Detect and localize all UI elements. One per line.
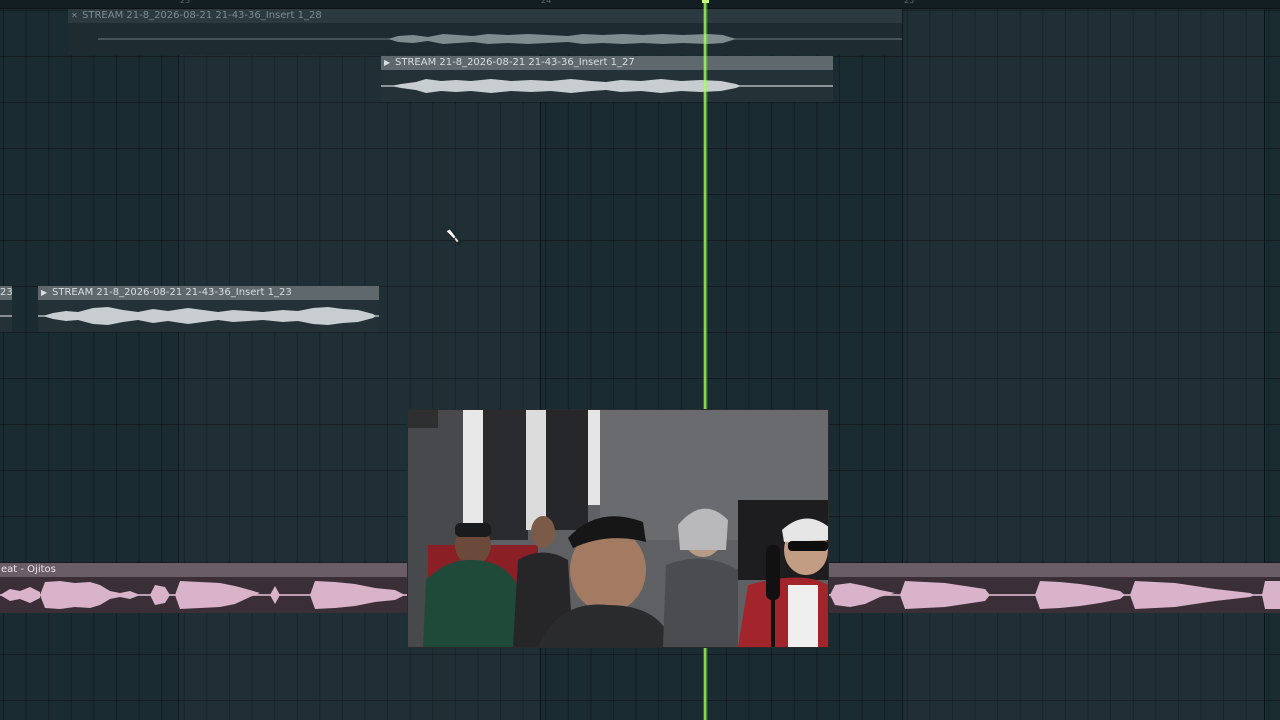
ruler-mark: 23 <box>180 0 191 5</box>
waveform-icon <box>38 307 379 325</box>
clip-label: eat - Ojitos <box>1 564 56 575</box>
play-arrow-icon: ▶ <box>41 288 48 297</box>
clip-label: STREAM 21-8_2026-08-21 21-43-36_Insert 1… <box>52 287 292 298</box>
clip-header[interactable]: 23 <box>0 286 12 300</box>
close-icon[interactable]: ✕ <box>71 9 80 23</box>
webcam-scene <box>408 410 828 647</box>
clip-header[interactable]: ✕ STREAM 21-8_2026-08-21 21-43-36_Insert … <box>68 9 902 23</box>
clip-header[interactable]: ▶ STREAM 21-8_2026-08-21 21-43-36_Insert … <box>381 56 833 70</box>
play-arrow-icon: ▶ <box>384 58 391 67</box>
audio-clip-insert-28[interactable]: ✕ STREAM 21-8_2026-08-21 21-43-36_Insert … <box>68 9 902 55</box>
audio-clip-insert-27[interactable]: ▶ STREAM 21-8_2026-08-21 21-43-36_Insert … <box>381 56 833 102</box>
clip-waveform <box>38 300 379 332</box>
audio-clip-fragment[interactable]: 23 <box>0 286 12 332</box>
clip-waveform <box>0 300 12 332</box>
playhead-marker[interactable] <box>702 0 709 3</box>
webcam-overlay <box>407 409 829 648</box>
ruler-mark: 25 <box>904 0 915 5</box>
waveform-icon <box>98 34 902 44</box>
clip-label: 23 <box>0 287 12 298</box>
waveform-icon <box>0 315 12 317</box>
clip-label: STREAM 21-8_2026-08-21 21-43-36_Insert 1… <box>395 57 635 68</box>
ruler-mark: 24 <box>541 0 552 5</box>
paintbrush-cursor-icon <box>445 228 461 245</box>
clip-header[interactable]: ▶ STREAM 21-8_2026-08-21 21-43-36_Insert … <box>38 286 379 300</box>
playlist-area[interactable]: 23 24 25 ✕ STREAM 21-8_2026-08-21 21-43-3… <box>0 0 1280 720</box>
clip-waveform <box>381 70 833 102</box>
clip-label: STREAM 21-8_2026-08-21 21-43-36_Insert 1… <box>82 10 322 21</box>
clip-waveform <box>68 23 902 55</box>
audio-clip-insert-23[interactable]: ▶ STREAM 21-8_2026-08-21 21-43-36_Insert … <box>38 286 379 332</box>
waveform-icon <box>381 79 833 93</box>
timeline-ruler[interactable]: 23 24 25 <box>0 0 1280 9</box>
